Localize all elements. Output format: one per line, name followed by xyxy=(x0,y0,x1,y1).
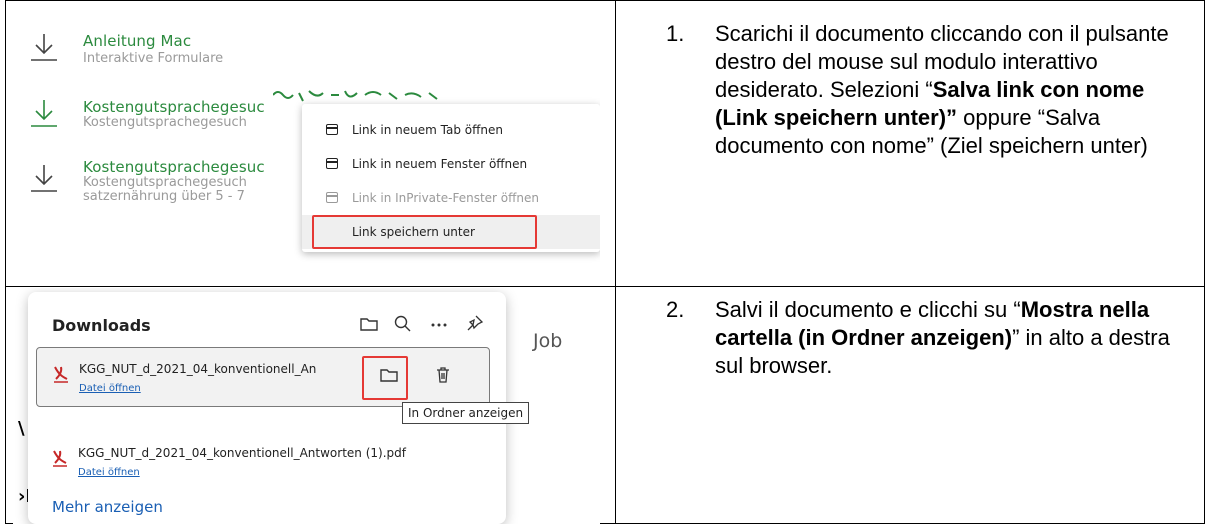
more-icon[interactable] xyxy=(429,314,449,334)
step-text: Scarichi il documento cliccando con il p… xyxy=(715,20,1195,160)
download-title[interactable]: Kostengutsprachegesuc xyxy=(83,98,265,116)
search-icon[interactable] xyxy=(393,314,413,334)
menu-item-open-new-tab[interactable]: Link in neuem Tab öffnen xyxy=(302,113,600,147)
screenshot-context-menu: Anleitung Mac Interaktive Formulare Kost… xyxy=(13,12,600,274)
highlight-show-in-folder xyxy=(362,356,408,400)
menu-item-label: Link in neuem Tab öffnen xyxy=(352,123,503,137)
show-more-link[interactable]: Mehr anzeigen xyxy=(52,498,163,516)
panel-title: Downloads xyxy=(52,316,151,335)
highlight-save-link xyxy=(312,215,537,249)
open-file-link[interactable]: Datei öffnen xyxy=(78,467,140,478)
tooltip: In Ordner anzeigen xyxy=(402,402,530,424)
download-icon xyxy=(31,165,57,192)
download-title[interactable]: Kostengutsprachegesuc xyxy=(83,158,265,176)
background-fragment: \ xyxy=(18,418,25,439)
download-icon xyxy=(31,100,57,127)
file-name: KGG_NUT_d_2021_04_konventionell_An xyxy=(79,362,317,376)
download-subtitle: Kostengutsprachegesuch xyxy=(83,115,247,130)
download-subtitle: Kostengutsprachegesuch xyxy=(83,175,247,190)
menu-item-label: Link in neuem Fenster öffnen xyxy=(352,157,528,171)
open-file-link[interactable]: Datei öffnen xyxy=(79,383,141,394)
screenshot-downloads-panel: Job \ ›I Downloads KGG_NUT_d_2021_04_kon… xyxy=(13,288,600,524)
file-name: KGG_NUT_d_2021_04_konventionell_Antworte… xyxy=(78,446,406,460)
step-number: 1. xyxy=(666,21,685,46)
pin-icon[interactable] xyxy=(464,314,484,334)
step-text-part: Salvi il documento e clicchi su “ xyxy=(715,297,1021,322)
menu-item-open-new-window[interactable]: Link in neuem Fenster öffnen xyxy=(302,147,600,181)
background-text: Job xyxy=(533,330,563,352)
pdf-icon xyxy=(53,450,67,467)
download-icon xyxy=(31,34,57,61)
menu-item-open-inprivate: Link in InPrivate-Fenster öffnen xyxy=(302,181,600,215)
download-subtitle: Interaktive Formulare xyxy=(83,51,224,66)
trash-icon[interactable] xyxy=(432,364,454,386)
table-divider-horizontal xyxy=(6,286,1204,287)
table-divider-vertical xyxy=(615,1,616,523)
step-number: 2. xyxy=(666,297,685,322)
download-file-row[interactable]: KGG_NUT_d_2021_04_konventionell_Antworte… xyxy=(36,432,490,492)
tab-icon xyxy=(326,124,338,135)
step-text: Salvi il documento e clicchi su “Mostra … xyxy=(715,296,1195,380)
download-title[interactable]: Anleitung Mac xyxy=(83,32,191,50)
pdf-icon xyxy=(54,366,68,383)
download-subtitle: satzernährung über 5 - 7 xyxy=(83,189,245,204)
menu-item-label: Link in InPrivate-Fenster öffnen xyxy=(352,191,539,205)
inprivate-icon xyxy=(326,192,338,203)
download-file-row[interactable]: KGG_NUT_d_2021_04_konventionell_An Datei… xyxy=(36,347,490,407)
folder-icon[interactable] xyxy=(359,314,379,334)
window-icon xyxy=(326,158,338,169)
